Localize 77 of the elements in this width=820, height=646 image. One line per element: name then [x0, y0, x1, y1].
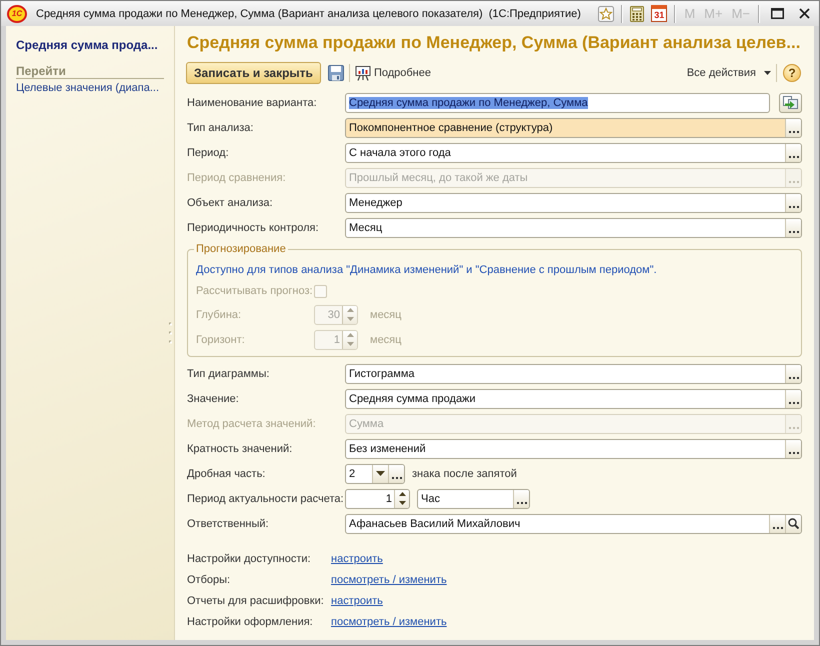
field-label: Дробная часть: — [187, 468, 266, 480]
choice-button[interactable] — [785, 440, 801, 458]
field-label: Период актуальности расчета: — [187, 492, 345, 504]
field-label: Ответственный: — [187, 518, 270, 530]
document-arrow-icon — [783, 96, 798, 109]
caret-icon — [764, 71, 771, 75]
settings-link[interactable]: настроить — [331, 552, 383, 564]
choice-button[interactable] — [388, 464, 404, 482]
field-label: Горизонт: — [196, 334, 246, 346]
unit-label: месяц — [370, 308, 402, 320]
app-logo: 1С — [7, 4, 27, 22]
pick-button[interactable] — [779, 92, 802, 112]
field-suffix: знака после запятой — [412, 468, 517, 480]
calculator-icon[interactable] — [630, 6, 644, 22]
details-button[interactable]: Подробнее — [354, 65, 431, 81]
field-label: Тип диаграммы: — [187, 368, 270, 380]
select-field[interactable]: Гистограмма — [345, 364, 802, 384]
up-arrow-icon[interactable] — [398, 492, 406, 496]
save-and-close-button[interactable]: Записать и закрыть — [186, 62, 321, 84]
settings-link[interactable]: настроить — [331, 594, 383, 606]
calendar-button[interactable]: 31 — [651, 5, 668, 22]
down-arrow-icon[interactable] — [398, 501, 406, 505]
field-label: Значение: — [187, 392, 240, 404]
star-icon[interactable] — [598, 6, 614, 22]
group-title: Прогнозирование — [195, 242, 287, 256]
field-label: Периодичность контроля: — [187, 222, 320, 234]
select-field[interactable]: Месяц — [345, 218, 802, 238]
text-field[interactable]: Средняя сумма продажи по Менеджер, Сумма — [345, 92, 770, 112]
checkbox-label: Рассчитывать прогноз: — [196, 285, 314, 297]
setting-label: Настройки доступности: — [187, 552, 312, 564]
select-field[interactable]: Менеджер — [345, 192, 802, 212]
settings-link[interactable]: посмотреть / изменить — [331, 616, 447, 628]
field-label: Глубина: — [196, 308, 242, 320]
choice-button[interactable] — [513, 490, 529, 508]
select-field[interactable]: Покомпонентное сравнение (структура) — [345, 118, 802, 138]
field-label: Период сравнения: — [187, 172, 287, 184]
choice-button[interactable] — [785, 390, 801, 408]
choice-button[interactable] — [785, 364, 801, 382]
select-field[interactable]: Без изменений — [345, 438, 802, 458]
choice-button[interactable] — [769, 514, 785, 532]
setting-label: Отчеты для расшифровки: — [187, 594, 325, 606]
window-title: Средняя сумма продажи по Менеджер, Сумма (Вариант анализа целевого показателя) (1С:Предприятие) — [36, 8, 581, 20]
caret-icon — [376, 471, 385, 476]
sidebar-title: Средняя сумма прода... — [16, 37, 159, 53]
unit-label: месяц — [370, 334, 402, 346]
select-field[interactable]: С начала этого года — [345, 142, 802, 162]
close-icon[interactable] — [799, 8, 810, 19]
setting-label: Отборы: — [187, 574, 232, 586]
field-label: Метод расчета значений: — [187, 418, 317, 430]
settings-link[interactable]: посмотреть / изменить — [331, 574, 447, 586]
search-icon — [788, 518, 799, 529]
form-title: Средняя сумма продажи по Менеджер, Сумма (Вариант анализа целев... — [187, 32, 802, 54]
dropdown-field[interactable]: 2 — [345, 464, 405, 484]
help-button[interactable]: ? — [783, 64, 801, 82]
info-note: Доступно для типов анализа "Динамика изменений" и "Сравнение с прошлым периодом". — [196, 263, 658, 278]
presentation-board-icon — [354, 65, 371, 81]
dropdown-button[interactable] — [372, 464, 388, 482]
sidebar-link[interactable]: Целевые значения (диапа... — [16, 81, 164, 95]
select-field[interactable]: Час — [417, 488, 530, 508]
choice-button[interactable] — [785, 144, 801, 162]
resize-grip-icon[interactable] — [169, 322, 172, 344]
choice-button[interactable] — [785, 118, 801, 136]
section-heading: Перейти — [16, 64, 164, 79]
field-label: Период: — [187, 146, 230, 158]
field-label: Тип анализа: — [187, 122, 254, 134]
maximize-icon[interactable] — [771, 8, 784, 19]
field-label: Наименование варианта: — [187, 96, 318, 108]
all-actions-button[interactable]: Все действия — [686, 67, 771, 79]
field-label: Объект анализа: — [187, 196, 274, 208]
number-field[interactable]: 1 — [345, 488, 410, 508]
select-field[interactable]: Афанасьев Василий Михайлович — [345, 514, 802, 534]
setting-label: Настройки оформления: — [187, 616, 314, 628]
search-button[interactable] — [785, 514, 801, 532]
select-field[interactable]: Средняя сумма продажи — [345, 388, 802, 408]
field-label: Кратность значений: — [187, 442, 294, 454]
choice-button[interactable] — [785, 218, 801, 236]
choice-button[interactable] — [785, 194, 801, 212]
